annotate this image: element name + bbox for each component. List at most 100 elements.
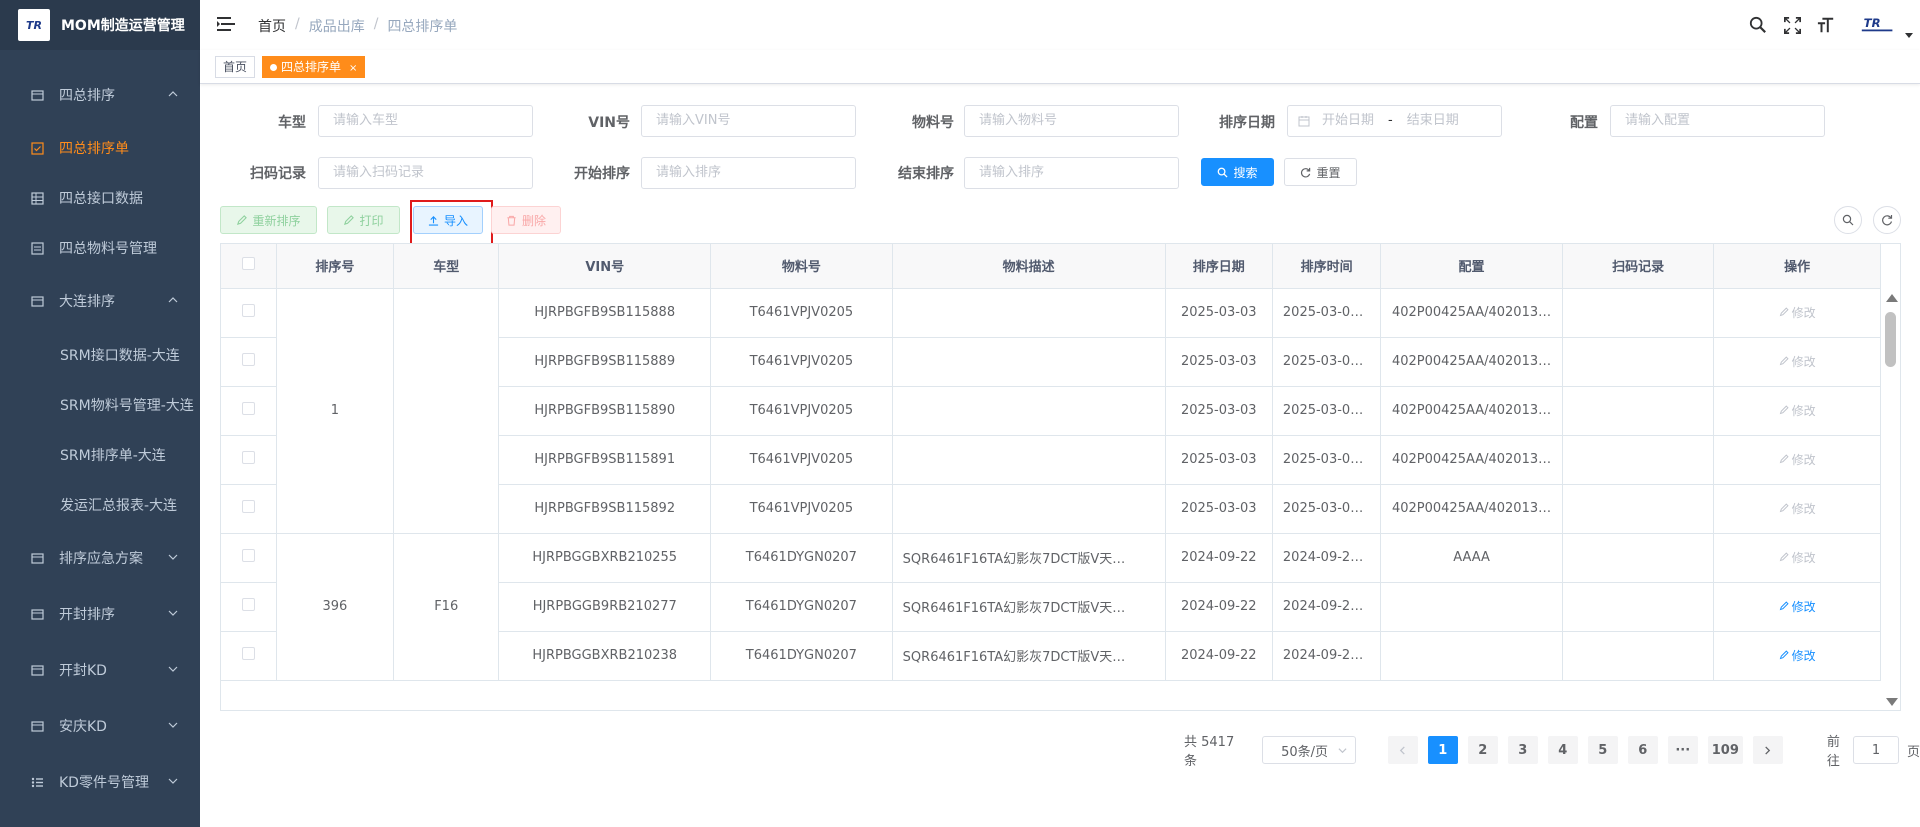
font-size-icon[interactable] — [1816, 15, 1836, 35]
edit-link[interactable]: 修改 — [1779, 647, 1816, 664]
resort-button[interactable]: 重新排序 — [220, 206, 317, 234]
sidebar-item[interactable]: 开封排序 — [0, 589, 200, 639]
sidebar-item[interactable]: 四总接口数据 — [0, 173, 200, 223]
user-avatar[interactable]: TR — [1858, 11, 1898, 39]
cell-config — [1380, 582, 1563, 632]
print-button-label: 打印 — [359, 213, 384, 228]
sidebar-item[interactable]: 四总排序 — [0, 70, 200, 120]
row-checkbox[interactable] — [241, 500, 255, 513]
sidebar-item[interactable]: KD零件号管理 — [0, 757, 200, 807]
scroll-down-arrow-icon[interactable] — [1886, 698, 1898, 706]
chevron-down-icon — [168, 722, 178, 728]
close-icon[interactable]: × — [349, 63, 357, 74]
caret-down-icon[interactable] — [1904, 29, 1914, 39]
goto-page-input[interactable] — [1852, 736, 1899, 764]
page-number-button[interactable]: 2 — [1467, 736, 1498, 764]
cell-desc: SQR6461F16TA幻影灰7DCT版Ⅴ天… — [892, 582, 1166, 632]
page-number-button[interactable]: 6 — [1627, 736, 1658, 764]
page-ellipsis[interactable]: ··· — [1667, 736, 1698, 764]
row-checkbox[interactable] — [241, 598, 255, 611]
reset-button-label: 重置 — [1316, 165, 1341, 180]
sidebar-item[interactable]: SRM排序单-大连 — [0, 430, 200, 480]
label-sort-date: 排序日期 — [1219, 115, 1275, 131]
date-range-picker[interactable]: 开始日期 - 结束日期 — [1287, 105, 1502, 137]
app-title: MOM制造运营管理 — [61, 18, 185, 34]
sidebar-item-label: 排序应急方案 — [59, 551, 143, 567]
material-input[interactable]: 请输入物料号 — [964, 105, 1179, 137]
table-scrollbar[interactable] — [1882, 288, 1900, 710]
col-header-desc: 物料描述 — [892, 244, 1166, 289]
page-number-button[interactable]: 3 — [1507, 736, 1538, 764]
edit-link[interactable]: 修改 — [1779, 549, 1816, 566]
row-checkbox[interactable] — [241, 353, 255, 366]
sidebar-item[interactable]: SRM物料号管理-大连 — [0, 380, 200, 430]
sidebar-item[interactable]: 开封KD — [0, 645, 200, 695]
reset-button[interactable]: 重置 — [1284, 158, 1357, 186]
sidebar-item[interactable]: 大连排序 — [0, 276, 200, 326]
cell-vin: HJRPBGGBXRB210238 — [498, 631, 712, 681]
sidebar-item[interactable]: 安庆KD — [0, 701, 200, 751]
edit-icon — [1779, 601, 1789, 611]
tag-home[interactable]: 首页 — [215, 56, 256, 78]
tag-sequence-order[interactable]: 四总排序单 × — [262, 56, 366, 78]
search-button[interactable]: 搜索 — [1201, 158, 1274, 186]
page-number-button[interactable]: 109 — [1707, 736, 1743, 764]
search-icon[interactable] — [1748, 15, 1768, 35]
prev-page-button[interactable] — [1387, 736, 1418, 764]
cell-vin: HJRPBGFB9SB115892 — [498, 484, 712, 534]
row-checkbox[interactable] — [241, 402, 255, 415]
start-sort-input[interactable]: 请输入排序 — [641, 157, 856, 189]
table-body: 1 HJRPBGFB9SB115888 T6461VPJV0205 2025-03-0… — [221, 288, 1881, 681]
row-checkbox[interactable] — [241, 304, 255, 317]
hamburger-icon[interactable] — [217, 16, 235, 32]
select-all-checkbox[interactable] — [241, 257, 255, 271]
next-page-button[interactable] — [1752, 736, 1783, 764]
print-button[interactable]: 打印 — [327, 206, 400, 234]
col-header-config: 配置 — [1380, 244, 1563, 289]
scroll-up-arrow-icon[interactable] — [1886, 294, 1898, 302]
end-sort-input[interactable]: 请输入排序 — [964, 157, 1179, 189]
calendar-icon — [1298, 116, 1310, 127]
tag-label: 四总排序单 — [281, 60, 342, 74]
navbar: 首页 / 成品出库 / 四总排序单 TR — [200, 0, 1920, 50]
breadcrumb-home[interactable]: 首页 — [258, 16, 286, 36]
edit-link[interactable]: 修改 — [1779, 353, 1816, 370]
scan-record-input[interactable]: 请输入扫码记录 — [318, 157, 533, 189]
page-size-select[interactable]: 50条/页 — [1262, 736, 1356, 764]
label-config: 配置 — [1570, 115, 1598, 131]
model-input[interactable]: 请输入车型 — [318, 105, 533, 137]
refresh-button[interactable] — [1873, 206, 1901, 234]
breadcrumb-parent: 成品出库 — [308, 19, 365, 35]
config-input[interactable]: 请输入配置 — [1610, 105, 1825, 137]
edit-link[interactable]: 修改 — [1779, 304, 1816, 321]
sidebar-item[interactable]: 四总排序单 — [0, 123, 200, 173]
table-row[interactable]: 1 HJRPBGFB9SB115888 T6461VPJV0205 2025-03-0… — [221, 288, 1881, 534]
page-number-button[interactable]: 4 — [1547, 736, 1578, 764]
delete-button[interactable]: 删除 — [491, 206, 561, 234]
edit-icon — [1779, 503, 1789, 513]
sidebar-item[interactable]: SRM接口数据-大连 — [0, 330, 200, 380]
select-all-cell — [221, 244, 277, 289]
vin-input[interactable]: 请输入VIN号 — [641, 105, 856, 137]
cell-action: 修改 — [1713, 533, 1881, 583]
sidebar-item[interactable]: 四总物料号管理 — [0, 223, 200, 273]
edit-link[interactable]: 修改 — [1779, 451, 1816, 468]
fullscreen-icon[interactable] — [1782, 15, 1802, 35]
page-number-button[interactable]: 1 — [1427, 736, 1458, 764]
sidebar-item[interactable]: 排序应急方案 — [0, 533, 200, 583]
row-checkbox[interactable] — [241, 451, 255, 464]
scroll-thumb[interactable] — [1885, 312, 1896, 367]
edit-link[interactable]: 修改 — [1779, 500, 1816, 517]
edit-link[interactable]: 修改 — [1779, 598, 1816, 615]
sidebar-item[interactable]: 发运汇总报表-大连 — [0, 480, 200, 530]
table-row[interactable]: 396 F16 HJRPBGGBXRB210255 T6461DYGN0207 SQR6… — [221, 533, 1881, 681]
edit-link[interactable]: 修改 — [1779, 402, 1816, 419]
row-checkbox[interactable] — [241, 549, 255, 562]
page-jumper: 前往 页 — [1827, 731, 1920, 769]
breadcrumb: 首页 / 成品出库 / 四总排序单 — [258, 16, 457, 36]
toggle-search-button[interactable] — [1834, 206, 1862, 234]
search-icon — [1218, 167, 1229, 178]
cell-material: T6461VPJV0205 — [710, 288, 893, 338]
row-checkbox[interactable] — [241, 647, 255, 660]
page-number-button[interactable]: 5 — [1587, 736, 1618, 764]
